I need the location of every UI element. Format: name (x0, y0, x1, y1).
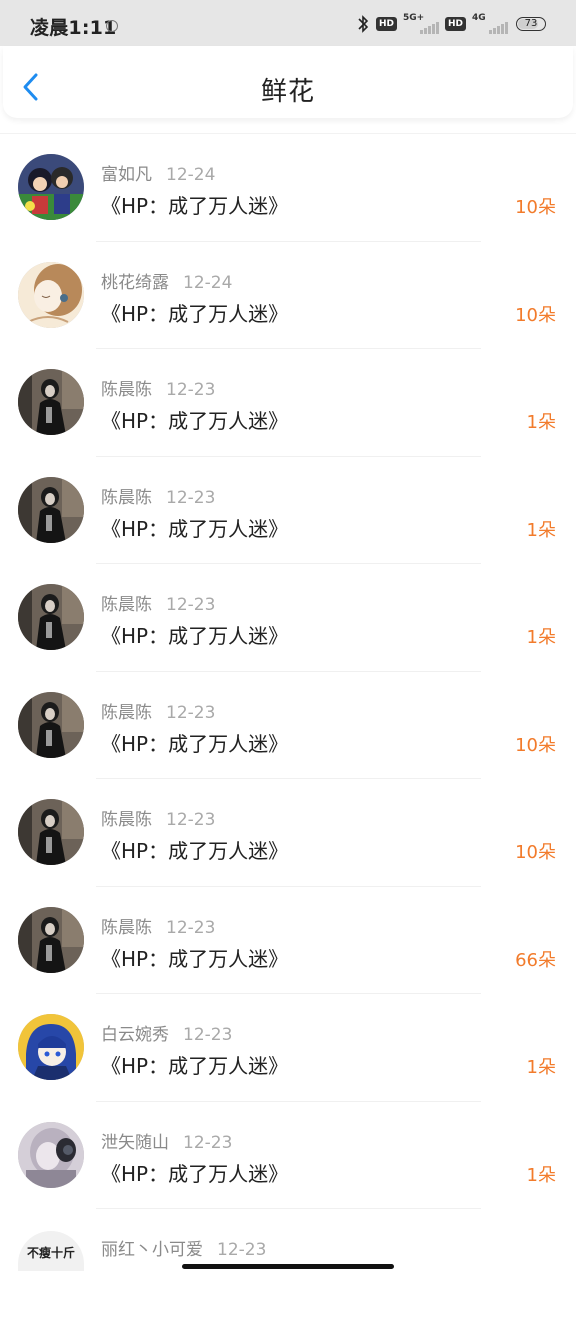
user-info-line: 陈晨陈 12-23 (101, 375, 215, 400)
avatar[interactable] (18, 691, 84, 758)
book-title[interactable]: 《HP：成了万人迷》 (101, 728, 288, 757)
user-name[interactable]: 陈晨陈 (101, 918, 152, 938)
book-title[interactable]: 《HP：成了万人迷》 (101, 1050, 288, 1079)
gift-date: 12-23 (166, 810, 216, 830)
list-item[interactable]: 陈晨陈 12-23 《HP：成了万人迷》 10朵 (0, 672, 576, 779)
book-title[interactable]: 《HP：成了万人迷》 (101, 835, 288, 864)
book-title[interactable]: 《HP：成了万人迷》 (101, 513, 288, 542)
status-bar: 凌晨1:11 HD 5G+ HD 4G 73 (0, 0, 576, 46)
avatar[interactable] (18, 1121, 84, 1188)
avatar[interactable] (18, 799, 84, 865)
flower-count: 10朵 (515, 842, 556, 863)
user-info-line: 泄矢随山 12-23 (101, 1128, 232, 1153)
flower-count: 10朵 (515, 734, 556, 756)
list-item[interactable]: 白云婉秀 12-23 《HP：成了万人迷》 1朵 (0, 994, 576, 1102)
book-title[interactable]: 《HP：成了万人迷》 (101, 190, 288, 219)
flower-count: 1朵 (526, 1057, 556, 1078)
user-name[interactable]: 陈晨陈 (101, 595, 152, 615)
user-info-line: 桃花绮露 12-24 (101, 268, 232, 293)
gift-date: 12-23 (166, 487, 216, 508)
gift-date: 12-23 (166, 702, 216, 723)
user-info-line: 陈晨陈 12-23 (101, 590, 215, 615)
gift-date: 12-23 (166, 917, 216, 938)
book-title[interactable]: 《HP：成了万人迷》 (101, 1158, 288, 1187)
user-name[interactable]: 桃花绮露 (101, 273, 169, 293)
book-title[interactable]: 《HP：成了万人迷》 (101, 405, 288, 434)
list-item-partial[interactable]: 不瘦十斤 丽红丶小可爱 12-23 (0, 1209, 576, 1317)
battery-icon: 73 (516, 17, 546, 31)
status-time: 凌晨1:11 (30, 17, 117, 39)
book-title[interactable]: 《HP：成了万人迷》 (101, 943, 288, 972)
list-item[interactable]: 陈晨陈 12-23 《HP：成了万人迷》 1朵 (0, 564, 576, 672)
hd-badge-2: HD (444, 17, 466, 31)
avatar[interactable] (18, 584, 84, 650)
home-indicator[interactable] (182, 1264, 394, 1269)
gift-date: 12-24 (183, 272, 233, 293)
user-name[interactable]: 陈晨陈 (101, 703, 152, 723)
notification-icon (106, 20, 118, 32)
avatar[interactable]: 不瘦十斤 (18, 1231, 84, 1271)
status-icons: HD 5G+ HD 4G 73 (356, 13, 546, 34)
bluetooth-icon (358, 15, 369, 33)
list-item[interactable]: 陈晨陈 12-23 《HP：成了万人迷》 66朵 (0, 887, 576, 994)
list-item[interactable]: 富如凡 12-24 《HP：成了万人迷》 10朵 (0, 134, 576, 242)
user-name[interactable]: 陈晨陈 (101, 810, 152, 830)
gift-date: 12-23 (166, 595, 216, 615)
flower-count: 1朵 (526, 1164, 556, 1186)
user-info-line: 陈晨陈 12-23 (101, 698, 215, 723)
user-name[interactable]: 白云婉秀 (101, 1025, 169, 1045)
header-bar: 鲜花 (3, 46, 573, 118)
user-info-line: 陈晨陈 12-23 (101, 913, 215, 938)
user-info-line: 白云婉秀 12-23 (101, 1020, 232, 1045)
gift-date: 12-23 (217, 1240, 267, 1260)
user-info-line: 陈晨陈 12-23 (101, 805, 215, 830)
flower-count: 1朵 (526, 627, 556, 648)
user-name[interactable]: 富如凡 (101, 165, 152, 185)
gift-date: 12-23 (166, 380, 216, 400)
flower-count: 10朵 (515, 197, 556, 218)
list-item[interactable]: 桃花绮露 12-24 《HP：成了万人迷》 10朵 (0, 242, 576, 349)
signal-4g-icon: 4G (472, 13, 508, 34)
avatar[interactable] (18, 476, 84, 543)
flower-count: 10朵 (515, 304, 556, 326)
user-info-line: 富如凡 12-24 (101, 160, 215, 185)
user-name[interactable]: 陈晨陈 (101, 380, 152, 400)
avatar[interactable] (18, 261, 84, 328)
avatar[interactable] (18, 906, 84, 973)
gift-date: 12-23 (183, 1025, 233, 1045)
list-item[interactable]: 泄矢随山 12-23 《HP：成了万人迷》 1朵 (0, 1102, 576, 1209)
book-title[interactable]: 《HP：成了万人迷》 (101, 298, 288, 327)
user-name[interactable]: 陈晨陈 (101, 488, 152, 508)
signal-5g-icon: 5G+ (403, 13, 439, 34)
gift-date: 12-24 (166, 165, 216, 185)
user-name[interactable]: 泄矢随山 (101, 1133, 169, 1153)
list-item[interactable]: 陈晨陈 12-23 《HP：成了万人迷》 1朵 (0, 349, 576, 457)
flower-count: 1朵 (526, 412, 556, 433)
user-name[interactable]: 丽红丶小可爱 (101, 1240, 203, 1260)
page-title: 鲜花 (260, 77, 315, 107)
flower-count: 66朵 (515, 949, 556, 971)
list-item[interactable]: 陈晨陈 12-23 《HP：成了万人迷》 10朵 (0, 779, 576, 887)
gift-date: 12-23 (183, 1132, 233, 1153)
network-type-label-2: 4G (472, 13, 486, 23)
flower-count: 1朵 (526, 519, 556, 541)
avatar[interactable] (18, 154, 84, 220)
avatar[interactable] (18, 1014, 84, 1080)
battery-level: 73 (524, 18, 538, 29)
hd-badge: HD (375, 17, 397, 31)
book-title[interactable]: 《HP：成了万人迷》 (101, 620, 288, 649)
list-item[interactable]: 陈晨陈 12-23 《HP：成了万人迷》 1朵 (0, 457, 576, 564)
avatar[interactable] (18, 369, 84, 435)
flower-record-list: 富如凡 12-24 《HP：成了万人迷》 10朵 桃花绮露 12-24 《HP：成了… (0, 134, 576, 1317)
user-info-line: 陈晨陈 12-23 (101, 483, 215, 508)
user-info-line: 丽红丶小可爱 12-23 (101, 1235, 266, 1260)
